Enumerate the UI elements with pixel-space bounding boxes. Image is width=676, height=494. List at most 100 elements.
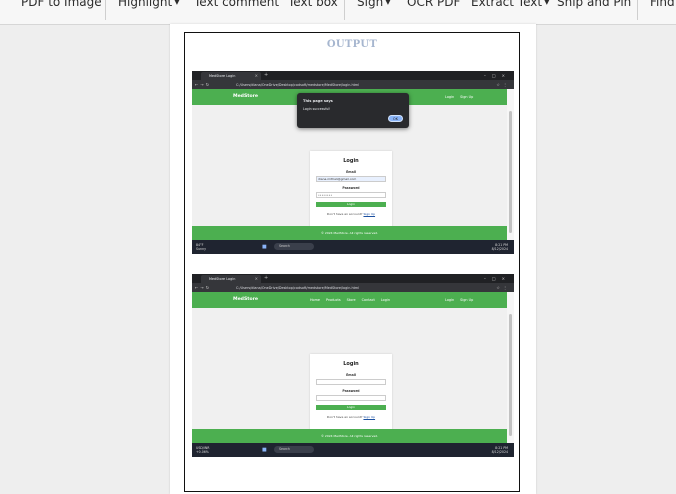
nav-login-link: Login xyxy=(445,94,455,99)
signup-prompt: Don't have an account? Sign Up xyxy=(310,212,392,216)
email-field xyxy=(316,379,386,385)
tab-title: MedStore Login xyxy=(209,73,236,78)
nav-contact-link: Contact xyxy=(361,297,375,302)
nav-auth-links: Login Sign Up xyxy=(445,95,479,99)
document-page: OUTPUT MedStore Login × + –□× ←→↻ C:/Use… xyxy=(170,24,536,494)
close-icon: × xyxy=(254,73,258,78)
signup-link: Sign Up xyxy=(363,415,376,419)
tab-title: MedStore Login xyxy=(209,276,236,281)
close-icon: × xyxy=(254,276,258,281)
system-tray: 8:21 PM 8/12/2024 xyxy=(492,243,508,251)
weather-desc: Sunny xyxy=(196,247,206,251)
nav-store-link: Store xyxy=(346,297,356,302)
nav-login-link: Login xyxy=(445,297,455,302)
site-footer: © 2024 MedStore. All rights reserved. xyxy=(192,429,507,443)
ocr-pdf-button[interactable]: OCR PDF xyxy=(407,0,460,11)
site-footer: © 2024 MedStore. All rights reserved. xyxy=(192,226,507,240)
dialog-ok-button: OK xyxy=(388,115,403,122)
nav-signup-link: Sign Up xyxy=(460,94,474,99)
nav-links: Home Products Store Contact Login xyxy=(310,298,396,302)
pdf-to-image-button[interactable]: PDF to Image xyxy=(21,0,102,11)
text-box-button[interactable]: Text box xyxy=(288,0,338,11)
toolbar-divider xyxy=(637,0,638,20)
scroll-thumb xyxy=(509,314,512,436)
login-card: Login Email Password Login Don't have an… xyxy=(310,354,392,432)
weather-widget: 84°F Sunny xyxy=(196,243,206,251)
page-scrollbar xyxy=(507,89,514,245)
new-tab-icon: + xyxy=(264,275,269,281)
login-title: Login xyxy=(343,158,359,164)
screenshot-login-success: MedStore Login × + –□× ←→↻ C:/Users/dian… xyxy=(192,71,514,254)
nav-products-link: Products xyxy=(326,297,341,302)
output-heading: OUTPUT xyxy=(326,39,378,50)
dialog-title: This page says xyxy=(303,99,333,103)
highlight-label: Highlight xyxy=(118,0,173,9)
login-button: Login xyxy=(316,405,386,410)
windows-taskbar: USD/INR +0.06% ■ Search 8:21 PM 8/12/2024 xyxy=(192,443,514,457)
password-label: Password xyxy=(342,186,360,190)
windows-taskbar: 84°F Sunny ■ Search 8:21 PM 8/12/2024 xyxy=(192,240,514,254)
browser-tab-strip: MedStore Login × + –□× xyxy=(192,71,514,80)
find-button[interactable]: Find xyxy=(650,0,675,11)
taskbar-search: Search xyxy=(274,243,314,250)
signup-prompt: Don't have an account? Sign Up xyxy=(310,415,392,419)
windows-start-icon: ■ xyxy=(262,243,270,250)
tray-date: 8/12/2024 xyxy=(491,450,508,454)
nav-auth-links: Login Sign Up xyxy=(445,298,479,302)
signup-text: Don't have an account? xyxy=(326,415,363,419)
ticker-widget: USD/INR +0.06% xyxy=(196,446,209,454)
highlight-button[interactable]: Highlight ▼ xyxy=(118,0,180,11)
nav-home-link: Home xyxy=(310,297,321,302)
page-scrollbar xyxy=(507,292,514,448)
new-tab-icon: + xyxy=(264,72,269,78)
browser-tab: MedStore Login × xyxy=(201,72,261,80)
browser-address-bar: ←→↻ C:/Users/diana/OneDrive/Desktop/cods… xyxy=(192,80,514,89)
signup-link: Sign Up xyxy=(363,212,376,216)
login-title: Login xyxy=(343,361,359,367)
snip-and-pin-button[interactable]: Snip and Pin xyxy=(557,0,631,11)
password-field xyxy=(316,395,386,401)
ticker-change: +0.06% xyxy=(196,450,209,454)
login-button: Login xyxy=(316,202,386,207)
sign-label: Sign xyxy=(357,0,384,9)
email-field: diana.mithali@gmail.com xyxy=(316,176,386,182)
window-controls-icon: –□× xyxy=(483,275,511,281)
text-comment-button[interactable]: Text comment xyxy=(194,0,279,11)
chevron-down-icon[interactable]: ▼ xyxy=(544,0,549,6)
email-label: Email xyxy=(346,373,356,377)
extract-text-label: Extract Text xyxy=(471,0,543,9)
site-brand: MedStore xyxy=(233,94,259,99)
dialog-message: Login successful! xyxy=(303,107,331,111)
extract-text-button[interactable]: Extract Text ▼ xyxy=(471,0,549,11)
password-label: Password xyxy=(342,389,360,393)
alert-dialog: This page says Login successful! OK xyxy=(297,93,409,128)
url-text: C:/Users/diana/OneDrive/Desktop/codsoft/… xyxy=(236,285,360,290)
tray-date: 8/12/2024 xyxy=(491,247,508,251)
sign-button[interactable]: Sign ▼ xyxy=(357,0,391,11)
browser-tab: MedStore Login × xyxy=(201,275,261,283)
screenshot-login-page: MedStore Login × + –□× ←→↻ C:/Users/dian… xyxy=(192,274,514,457)
window-controls-icon: –□× xyxy=(483,72,511,78)
url-text: C:/Users/diana/OneDrive/Desktop/codsoft/… xyxy=(236,82,360,87)
browser-address-bar: ←→↻ C:/Users/diana/OneDrive/Desktop/cods… xyxy=(192,283,514,292)
chevron-down-icon[interactable]: ▼ xyxy=(174,0,179,6)
site-brand: MedStore xyxy=(233,297,259,302)
toolbar: PDF to Image Highlight ▼ Text comment Tex… xyxy=(0,0,676,25)
scroll-thumb xyxy=(509,111,512,233)
output-frame: OUTPUT MedStore Login × + –□× ←→↻ C:/Use… xyxy=(184,32,520,492)
taskbar-search: Search xyxy=(274,446,314,453)
browser-tab-strip: MedStore Login × + –□× xyxy=(192,274,514,283)
email-label: Email xyxy=(346,170,356,174)
browser-menu-icon: ☆⋮ xyxy=(496,82,510,87)
toolbar-divider xyxy=(105,0,106,20)
chevron-down-icon[interactable]: ▼ xyxy=(385,0,390,6)
browser-menu-icon: ☆⋮ xyxy=(496,285,510,290)
signup-text: Don't have an account? xyxy=(326,212,363,216)
nav-login-link: Login xyxy=(380,297,390,302)
browser-nav-icon: ←→↻ xyxy=(195,285,212,290)
windows-start-icon: ■ xyxy=(262,446,270,453)
site-navbar: MedStore Home Products Store Contact Login L… xyxy=(192,292,507,308)
login-card: Login Email diana.mithali@gmail.com Pass… xyxy=(310,151,392,229)
password-field: •••••••• xyxy=(316,192,386,198)
browser-nav-icon: ←→↻ xyxy=(195,82,212,87)
